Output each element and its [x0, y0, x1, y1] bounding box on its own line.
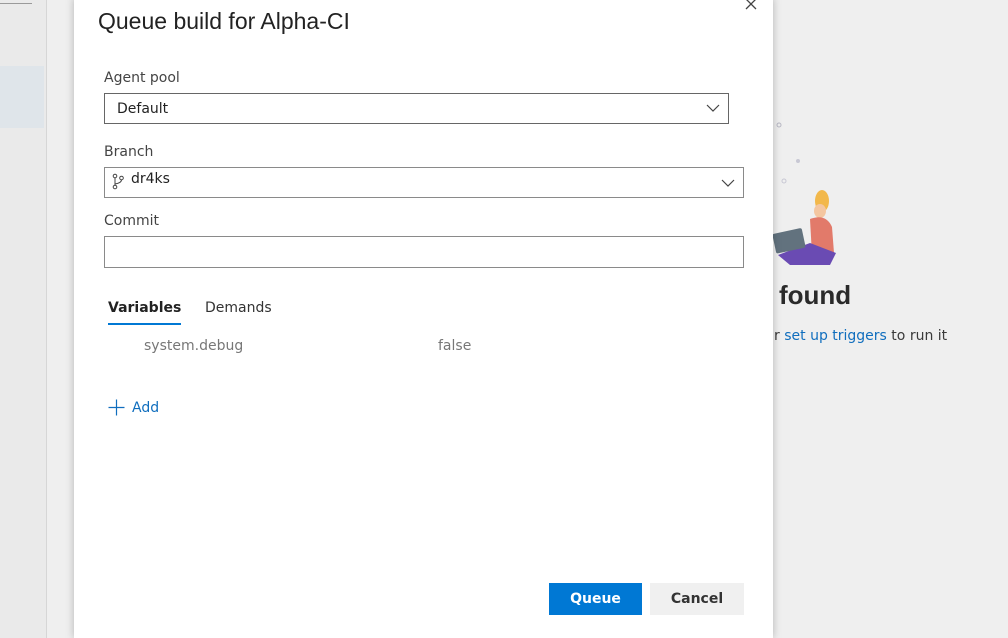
chevron-down-icon	[706, 104, 720, 112]
add-label: Add	[132, 400, 160, 416]
branch-value: dr4ks	[131, 171, 170, 187]
empty-state-subtitle: r set up triggers to run it	[774, 328, 947, 344]
queue-build-dialog: Queue build for Alpha-CI Agent pool Defa…	[74, 0, 773, 638]
set-up-triggers-link[interactable]: set up triggers	[784, 328, 887, 344]
empty-state-subtitle-prefix: r	[774, 328, 785, 344]
commit-label: Commit	[104, 213, 159, 229]
agent-pool-dropdown[interactable]: Default	[104, 93, 729, 124]
agent-pool-label: Agent pool	[104, 70, 180, 86]
agent-pool-value: Default	[117, 101, 169, 117]
empty-state-title: found	[779, 280, 852, 310]
sidebar-selected-item	[0, 66, 44, 128]
branch-dropdown[interactable]: dr4ks	[104, 167, 744, 198]
tab-variables[interactable]: Variables	[108, 300, 181, 316]
branch-label: Branch	[104, 144, 154, 160]
commit-input[interactable]	[104, 236, 744, 268]
chevron-down-icon	[721, 179, 735, 187]
empty-state-subtitle-suffix: to run it	[886, 328, 948, 344]
variable-value[interactable]: false	[438, 338, 471, 354]
variable-name[interactable]: system.debug	[144, 338, 243, 354]
dialog-title: Queue build for Alpha-CI	[98, 8, 350, 34]
sidebar-divider	[0, 3, 32, 4]
cancel-button[interactable]: Cancel	[650, 583, 744, 615]
tab-demands[interactable]: Demands	[205, 300, 272, 316]
empty-state-illustration	[772, 122, 836, 265]
close-icon[interactable]	[744, 0, 758, 12]
active-tab-indicator	[108, 323, 181, 325]
queue-button[interactable]: Queue	[549, 583, 642, 615]
plus-icon	[108, 399, 125, 416]
background-sidebar	[0, 0, 47, 638]
git-branch-icon	[112, 173, 124, 190]
